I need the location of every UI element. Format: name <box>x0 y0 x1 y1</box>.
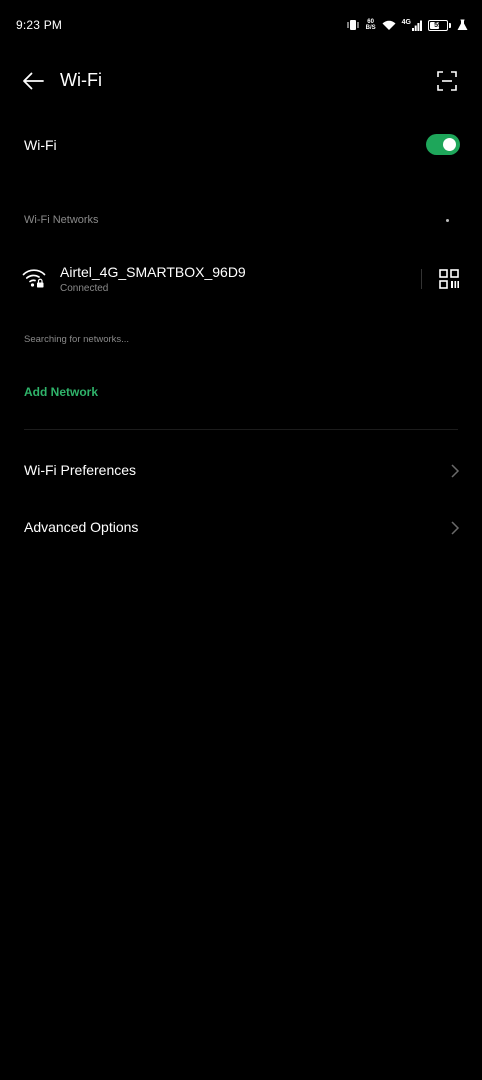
wifi-toggle-row[interactable]: Wi-Fi <box>0 122 482 168</box>
searching-status: Searching for networks... <box>24 334 130 345</box>
status-icons: 60 B/S 4G 59 <box>346 17 468 33</box>
status-time: 9:23 PM <box>16 18 63 32</box>
wifi-preferences-row[interactable]: Wi-Fi Preferences <box>0 448 482 494</box>
cellular-signal: 4G <box>401 18 422 31</box>
qr-code-icon[interactable] <box>438 268 460 290</box>
app-header: Wi-Fi <box>0 56 482 106</box>
vibrate-icon <box>346 19 360 31</box>
network-type: 4G <box>401 18 411 26</box>
battery-nub <box>449 22 451 28</box>
wifi-lock-icon <box>22 269 46 288</box>
flask-icon <box>457 19 468 31</box>
network-speed-unit: B/S <box>365 25 376 31</box>
scan-button[interactable] <box>434 68 460 94</box>
network-status: Connected <box>60 283 109 294</box>
loading-dot-icon <box>446 219 449 222</box>
wifi-toggle-label: Wi-Fi <box>24 137 57 153</box>
network-name: Airtel_4G_SMARTBOX_96D9 <box>60 264 246 280</box>
network-divider <box>421 269 422 289</box>
networks-section-title: Wi-Fi Networks <box>24 214 99 226</box>
add-network-button[interactable]: Add Network <box>24 385 98 399</box>
network-speed: 60 B/S <box>366 19 376 31</box>
toggle-knob <box>443 138 456 151</box>
wifi-preferences-label: Wi-Fi Preferences <box>24 462 137 478</box>
wifi-status-icon <box>382 20 396 31</box>
wifi-toggle-switch[interactable] <box>426 134 460 155</box>
battery-icon: 59 <box>428 19 448 31</box>
page-title: Wi-Fi <box>60 70 102 90</box>
back-arrow-icon <box>23 72 44 90</box>
scan-icon <box>437 71 457 91</box>
chevron-right-icon <box>451 521 460 535</box>
section-divider <box>24 429 458 430</box>
signal-bars-icon <box>412 20 422 31</box>
status-bar: 9:23 PM 60 B/S 4G 59 <box>0 0 482 52</box>
advanced-options-row[interactable]: Advanced Options <box>0 505 482 551</box>
back-button[interactable] <box>18 66 48 96</box>
battery-level: 59 <box>434 21 442 29</box>
chevron-right-icon <box>451 464 460 478</box>
network-item-connected[interactable]: Airtel_4G_SMARTBOX_96D9 Connected <box>0 254 482 304</box>
advanced-options-label: Advanced Options <box>24 519 139 535</box>
